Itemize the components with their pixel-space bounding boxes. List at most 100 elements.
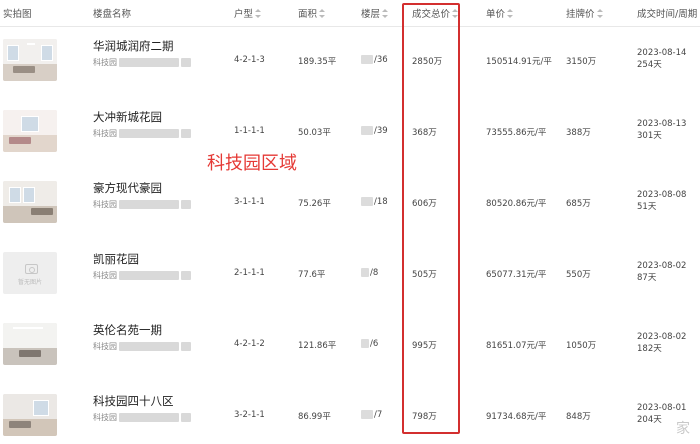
- district-text: 科技园: [93, 129, 117, 138]
- header-photo: 实拍图: [3, 9, 32, 20]
- listing-photo[interactable]: [3, 110, 57, 152]
- cycle-text: 87天: [637, 273, 657, 283]
- listing-photo[interactable]: [3, 394, 57, 436]
- table-header: 实拍图 楼盘名称 户型 面积 楼层 成交总价 单价 挂牌价 成交时间/周期: [0, 0, 700, 27]
- table-row[interactable]: 华润城润府二期 科技园 4-2-1-3 189.35平 /36 2850万 15…: [0, 27, 700, 99]
- listing-photo-placeholder[interactable]: 暂无图片: [3, 252, 57, 294]
- sort-icon[interactable]: [255, 9, 262, 18]
- watermark-logo: 家: [676, 421, 690, 437]
- layout-value: 1-1-1-1: [234, 126, 265, 136]
- deal-date: 2023-08-02 87天: [637, 260, 686, 284]
- date-text: 2023-08-02: [637, 332, 687, 342]
- district-label: 科技园: [93, 128, 191, 139]
- camera-icon: [25, 264, 38, 274]
- header-date: 成交时间/周期: [637, 9, 698, 20]
- list-price: 388万: [566, 128, 591, 138]
- deal-date: 2023-08-08 51天: [637, 189, 686, 213]
- district-label: 科技园: [93, 270, 191, 281]
- table-row[interactable]: 科技园四十八区 科技园 3-2-1-1 86.99平 /7 798万 91734…: [0, 382, 700, 444]
- sort-icon[interactable]: [596, 9, 603, 18]
- floor-value: /8: [361, 268, 378, 278]
- property-name[interactable]: 豪方现代豪园: [93, 180, 162, 196]
- unit-price: 73555.86元/平: [486, 128, 547, 138]
- district-text: 科技园: [93, 413, 117, 422]
- size-value: 50.03平: [298, 128, 331, 138]
- cycle-text: 182天: [637, 344, 662, 354]
- date-text: 2023-08-02: [637, 261, 687, 271]
- layout-value: 2-1-1-1: [234, 268, 265, 278]
- date-text: 2023-08-01: [637, 403, 687, 413]
- size-value: 77.6平: [298, 270, 326, 280]
- region-annotation: 科技园区域: [207, 153, 297, 174]
- sort-icon[interactable]: [452, 9, 459, 18]
- cycle-text: 51天: [637, 202, 657, 212]
- date-text: 2023-08-13: [637, 119, 687, 129]
- layout-value: 3-1-1-1: [234, 197, 265, 207]
- header-list[interactable]: 挂牌价: [566, 6, 603, 20]
- total-price: 505万: [412, 270, 437, 280]
- date-text: 2023-08-14: [637, 48, 687, 58]
- floor-text: /8: [370, 268, 379, 278]
- district-label: 科技园: [93, 57, 191, 68]
- list-price: 1050万: [566, 341, 597, 351]
- list-price: 3150万: [566, 57, 597, 67]
- district-text: 科技园: [93, 271, 117, 280]
- total-price: 368万: [412, 128, 437, 138]
- table-row[interactable]: 豪方现代豪园 科技园 3-1-1-1 75.26平 /18 606万 80520…: [0, 169, 700, 241]
- floor-text: /6: [370, 339, 379, 349]
- sort-icon[interactable]: [382, 9, 389, 18]
- cycle-text: 254天: [637, 60, 662, 70]
- unit-price: 91734.68元/平: [486, 412, 547, 422]
- header-total-label: 成交总价: [412, 9, 451, 20]
- header-floor-label: 楼层: [361, 9, 381, 20]
- listing-photo[interactable]: [3, 39, 57, 81]
- floor-value: /39: [361, 126, 388, 136]
- property-name[interactable]: 英伦名苑一期: [93, 322, 162, 338]
- deal-date: 2023-08-14 254天: [637, 47, 686, 71]
- header-floor[interactable]: 楼层: [361, 6, 389, 20]
- floor-text: /36: [374, 55, 388, 65]
- unit-price: 81651.07元/平: [486, 341, 547, 351]
- listing-photo[interactable]: [3, 181, 57, 223]
- size-value: 75.26平: [298, 199, 331, 209]
- header-list-label: 挂牌价: [566, 9, 595, 20]
- property-name[interactable]: 科技园四十八区: [93, 393, 174, 409]
- header-unit[interactable]: 单价: [486, 6, 514, 20]
- header-size[interactable]: 面积: [298, 6, 326, 20]
- property-name[interactable]: 大冲新城花园: [93, 109, 162, 125]
- sort-icon[interactable]: [319, 9, 326, 18]
- list-price: 550万: [566, 270, 591, 280]
- floor-value: /36: [361, 55, 388, 65]
- header-total[interactable]: 成交总价: [412, 6, 459, 20]
- total-price: 606万: [412, 199, 437, 209]
- floor-text: /7: [374, 410, 383, 420]
- total-price: 995万: [412, 341, 437, 351]
- property-name[interactable]: 凯丽花园: [93, 251, 139, 267]
- table-row[interactable]: 暂无图片 凯丽花园 科技园 2-1-1-1 77.6平 /8 505万 6507…: [0, 240, 700, 312]
- header-name: 楼盘名称: [93, 9, 132, 20]
- floor-text: /39: [374, 126, 388, 136]
- size-value: 121.86平: [298, 341, 337, 351]
- layout-value: 4-2-1-3: [234, 55, 265, 65]
- district-text: 科技园: [93, 58, 117, 67]
- district-text: 科技园: [93, 342, 117, 351]
- header-layout-label: 户型: [234, 9, 254, 20]
- deal-date: 2023-08-02 182天: [637, 331, 686, 355]
- header-layout[interactable]: 户型: [234, 6, 262, 20]
- district-text: 科技园: [93, 200, 117, 209]
- table-row[interactable]: 英伦名苑一期 科技园 4-2-1-2 121.86平 /6 995万 81651…: [0, 311, 700, 383]
- layout-value: 4-2-1-2: [234, 339, 265, 349]
- listing-photo[interactable]: [3, 323, 57, 365]
- sort-icon[interactable]: [507, 9, 514, 18]
- header-size-label: 面积: [298, 9, 318, 20]
- date-text: 2023-08-08: [637, 190, 687, 200]
- property-name[interactable]: 华润城润府二期: [93, 38, 174, 54]
- table-row[interactable]: 大冲新城花园 科技园 1-1-1-1 50.03平 /39 368万 73555…: [0, 98, 700, 170]
- unit-price: 150514.91元/平: [486, 57, 552, 67]
- cycle-text: 301天: [637, 131, 662, 141]
- district-label: 科技园: [93, 412, 191, 423]
- list-price: 848万: [566, 412, 591, 422]
- unit-price: 65077.31元/平: [486, 270, 547, 280]
- floor-text: /18: [374, 197, 388, 207]
- district-label: 科技园: [93, 199, 191, 210]
